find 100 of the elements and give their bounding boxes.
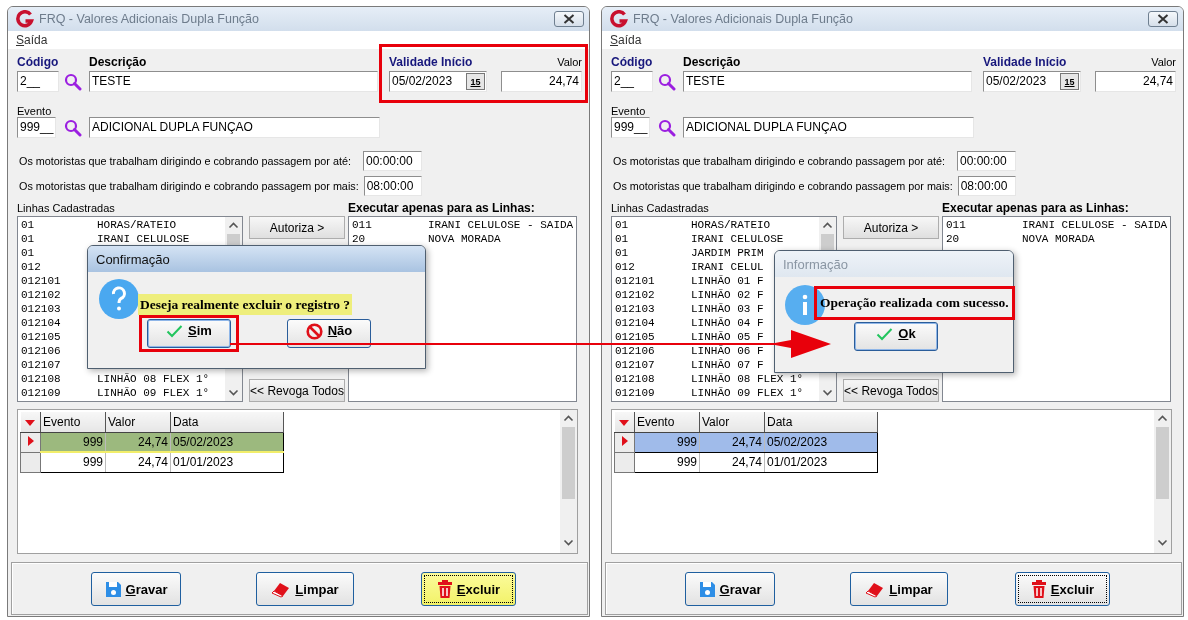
line-code[interactable]: 012101 <box>615 275 691 287</box>
line-code[interactable]: 01 <box>615 247 691 259</box>
line-name[interactable]: IRANI CELULOSE <box>97 233 190 245</box>
column-header[interactable]: Valor <box>699 412 765 432</box>
line-code[interactable]: 012104 <box>615 317 691 329</box>
action-button[interactable]: Excluir <box>421 572 516 606</box>
row-header[interactable] <box>20 432 41 452</box>
row-header[interactable] <box>614 452 635 472</box>
line-code[interactable]: 012107 <box>615 359 691 371</box>
line-code[interactable]: 011 <box>946 219 1022 231</box>
line-name[interactable]: IRANI CELULOSE - SAIDA <box>428 219 574 231</box>
line-code[interactable]: 01 <box>615 219 691 231</box>
line-code[interactable]: 01 <box>615 233 691 245</box>
triangle-icon <box>621 436 628 446</box>
value-field[interactable]: 24,74 <box>1095 71 1176 92</box>
line-code[interactable]: 012108 <box>21 373 97 385</box>
revoke-all-button[interactable]: << Revoga Todos <box>843 379 939 402</box>
dialog-button[interactable]: Sim <box>147 319 231 348</box>
line-name[interactable]: JARDIM PRIM <box>691 247 764 259</box>
search-icon[interactable] <box>658 72 676 91</box>
column-header[interactable]: Data <box>170 412 284 432</box>
time-field[interactable]: 00:00:00 <box>363 151 422 171</box>
time-field[interactable]: 00:00:00 <box>957 151 1016 171</box>
line-code[interactable]: 012105 <box>615 331 691 343</box>
value-field[interactable]: 24,74 <box>501 71 582 92</box>
line-name[interactable]: LINHÃO 08 FLEX 1° <box>691 373 804 385</box>
column-header[interactable]: Evento <box>40 412 106 432</box>
dialog-button[interactable]: Não <box>287 319 371 348</box>
action-button[interactable]: Excluir <box>1015 572 1110 606</box>
line-code[interactable]: 20 <box>352 233 428 245</box>
action-button[interactable]: Limpar <box>256 572 354 606</box>
line-code[interactable]: 012108 <box>615 373 691 385</box>
authorize-button[interactable]: Autoriza > <box>843 216 939 239</box>
close-icon[interactable] <box>1157 14 1169 24</box>
line-name[interactable]: IRANI CELUL <box>691 261 764 273</box>
event-description-field[interactable]: ADICIONAL DUPLA FUNÇAO <box>89 117 380 138</box>
line-code[interactable]: 01 <box>21 233 97 245</box>
line-name[interactable]: LINHÃO 09 FLEX 1° <box>97 387 210 399</box>
line-name[interactable]: LINHÃO 01 F <box>691 275 764 287</box>
authorize-button[interactable]: Autoriza > <box>249 216 345 239</box>
event-code-field[interactable]: 999__ <box>17 117 56 138</box>
line-code[interactable]: 20 <box>946 233 1022 245</box>
line-code[interactable]: 012 <box>615 261 691 273</box>
action-button[interactable]: Gravar <box>685 572 775 606</box>
calendar-button[interactable]: 15 <box>1060 73 1079 90</box>
row-header[interactable] <box>614 432 635 452</box>
menu-item[interactable]: Saída <box>16 33 48 47</box>
line-name[interactable]: LINHÃO 09 FLEX 1° <box>691 387 804 399</box>
time-field[interactable]: 08:00:00 <box>363 176 422 196</box>
search-icon[interactable] <box>64 72 82 91</box>
line-name[interactable]: LINHÃO 04 F <box>691 317 764 329</box>
line-name[interactable]: HORAS/RATEIO <box>97 219 177 231</box>
line-name[interactable]: LINHÃO 03 F <box>691 303 764 315</box>
column-header[interactable]: Valor <box>105 412 171 432</box>
event-description-field[interactable]: ADICIONAL DUPLA FUNÇAO <box>683 117 974 138</box>
menu-item[interactable]: Saída <box>610 33 642 47</box>
line-code[interactable]: 012109 <box>21 387 97 399</box>
line-name[interactable]: LINHÃO 02 F <box>691 289 764 301</box>
action-button[interactable]: Limpar <box>850 572 948 606</box>
revoke-all-button[interactable]: << Revoga Todos <box>249 379 345 402</box>
description-field[interactable]: TESTE <box>683 71 972 92</box>
scroll-thumb[interactable] <box>562 427 575 499</box>
scroll-thumb[interactable] <box>1156 427 1169 499</box>
column-header[interactable]: Evento <box>634 412 700 432</box>
line-code[interactable]: 012109 <box>615 387 691 399</box>
close-button[interactable] <box>1148 11 1178 27</box>
line-name[interactable]: IRANI CELULOSE <box>691 233 784 245</box>
description-field[interactable]: TESTE <box>89 71 378 92</box>
line-name[interactable]: LINHÃO 07 F <box>691 359 764 371</box>
line-name[interactable]: HORAS/RATEIO <box>691 219 771 231</box>
row-header[interactable] <box>20 452 41 472</box>
close-icon[interactable] <box>563 14 575 24</box>
question-icon <box>99 279 139 319</box>
scrollbar[interactable] <box>1154 410 1171 553</box>
event-code-field[interactable]: 999__ <box>611 117 650 138</box>
line-code[interactable]: 01 <box>21 219 97 231</box>
line-code[interactable]: 012102 <box>615 289 691 301</box>
line-name[interactable]: LINHÃO 08 FLEX 1° <box>97 373 210 385</box>
close-button[interactable] <box>554 11 584 27</box>
line-code[interactable]: 012106 <box>615 345 691 357</box>
search-icon[interactable] <box>658 118 676 137</box>
line-name[interactable]: LINHÃO 06 F <box>691 345 764 357</box>
scrollbar[interactable] <box>560 410 577 553</box>
line-code[interactable]: 011 <box>352 219 428 231</box>
action-button[interactable]: Gravar <box>91 572 181 606</box>
code-field[interactable]: 2__ <box>611 71 653 92</box>
dialog-button[interactable]: Ok <box>854 322 938 351</box>
line-name[interactable]: NOVA MORADA <box>428 233 501 245</box>
code-field[interactable]: 2__ <box>17 71 59 92</box>
field-label: Valor <box>1151 56 1176 69</box>
line-name[interactable]: IRANI CELULOSE - SAIDA <box>1022 219 1168 231</box>
calendar-button[interactable]: 15 <box>466 73 485 90</box>
line-name[interactable]: NOVA MORADA <box>1022 233 1095 245</box>
field-label: Os motoristas que trabalham dirigindo e cobrando passagem por mais: <box>19 179 359 193</box>
column-header[interactable]: Data <box>764 412 878 432</box>
search-icon[interactable] <box>64 118 82 137</box>
line-name[interactable]: LINHÃO 05 F <box>691 331 764 343</box>
line-code[interactable]: 012103 <box>615 303 691 315</box>
time-field[interactable]: 08:00:00 <box>957 176 1016 196</box>
field-label: Os motoristas que trabalham dirigindo e cobrando passagem por até: <box>613 154 945 168</box>
